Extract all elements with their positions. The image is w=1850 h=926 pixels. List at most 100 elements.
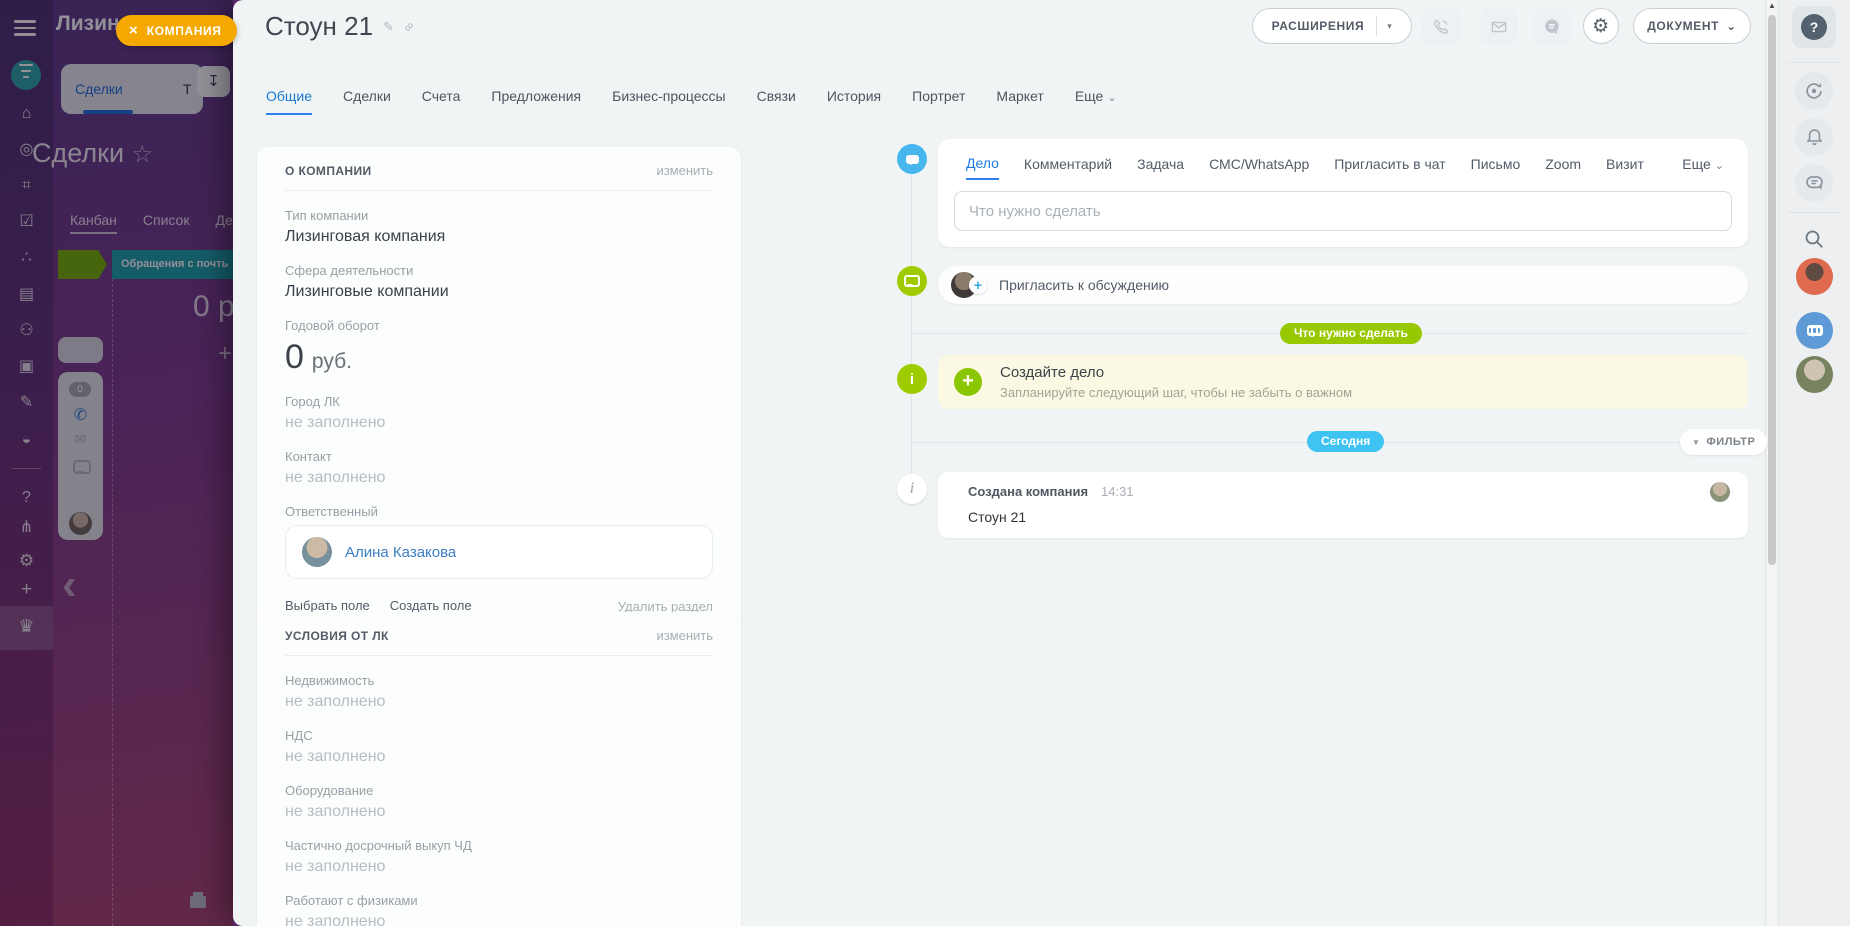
copy-link-icon[interactable]: ∞ [400,18,417,35]
email-button[interactable] [1480,8,1518,46]
responsible-box: Алина Казакова [285,525,713,579]
entry-title: Создана компания [968,484,1089,499]
question-icon: ? [1801,14,1827,40]
todo-input[interactable] [954,191,1732,231]
timeline-tabs: Дело Комментарий Задача СМС/WhatsApp При… [966,155,1724,180]
field-realty: Недвижимость не заполнено [285,673,386,710]
section-title: УСЛОВИЯ ОТ ЛК [285,628,389,643]
document-button[interactable]: ДОКУМЕНТ ⌄ [1633,8,1751,44]
settings-gear-button[interactable]: ⚙ [1583,8,1619,44]
button-splitter [1376,16,1378,36]
tab-market[interactable]: Маркет [996,88,1043,115]
add-user-icon[interactable]: + [969,276,987,294]
extensions-label: РАСШИРЕНИЯ [1271,19,1365,33]
company-tabs: Общие Сделки Счета Предложения Бизнес-пр… [266,88,1117,115]
tab-quotes[interactable]: Предложения [491,88,581,115]
edit-section-link[interactable]: изменить [656,628,713,643]
group-chat-icon[interactable] [1796,312,1833,349]
divider [285,655,713,656]
call-button[interactable] [1422,8,1460,46]
add-activity-icon[interactable]: + [954,368,982,396]
avatar [1710,482,1730,502]
conditions-card: УСЛОВИЯ ОТ ЛК изменить Недвижимость не з… [257,612,741,926]
edit-title-icon[interactable]: ✎ [383,19,394,35]
field-vat: НДС не заполнено [285,728,386,765]
funnel-icon: ▼ [1692,437,1701,447]
edit-section-link[interactable]: изменить [656,163,713,178]
timeline-entry-card[interactable]: Создана компания 14:31 Стоун 21 [938,472,1748,538]
timeline-composer-card: Дело Комментарий Задача СМС/WhatsApp При… [938,139,1748,247]
search-button[interactable] [1795,220,1833,258]
invite-label: Пригласить к обсуждению [999,277,1170,293]
entry-time: 14:31 [1101,484,1134,499]
slider-scrollbar: ▲ [1765,0,1778,926]
banner-title: Создайте дело [1000,364,1105,381]
tab-general[interactable]: Общие [266,88,313,115]
avatar [302,537,332,567]
tl-tab-visit[interactable]: Визит [1606,156,1644,179]
modal-dim-overlay[interactable] [0,0,233,926]
tab-bizproc[interactable]: Бизнес-процессы [612,88,725,115]
divider [1787,212,1842,213]
field-revenue: Годовой оборот 0 руб. [285,318,380,376]
caret-down-icon[interactable]: ▾ [1387,21,1392,32]
create-activity-banner: + Создайте дело Запланируйте следующий ш… [938,355,1748,409]
company-slider: Стоун 21 ✎ ∞ РАСШИРЕНИЯ ▾ ⚙ ДОКУМЕНТ ⌄ О… [233,0,1778,926]
tab-invoices[interactable]: Счета [422,88,461,115]
today-badge: Сегодня [1307,431,1385,452]
notifications-button[interactable] [1795,118,1833,156]
pulse-refresh-button[interactable] [1795,72,1833,110]
tab-history[interactable]: История [827,88,881,115]
banner-subtitle: Запланируйте следующий шаг, чтобы не заб… [1000,385,1353,400]
help-button[interactable]: ? [1792,6,1836,48]
tl-tab-task[interactable]: Задача [1137,156,1184,179]
todo-badge: Что нужно сделать [1280,323,1422,344]
scrollbar-thumb[interactable] [1768,15,1776,565]
field-industry: Сфера деятельности Лизинговые компании [285,263,449,300]
tl-tab-zoom[interactable]: Zoom [1545,156,1581,179]
entry-body: Стоун 21 [968,509,1027,525]
divider [1787,62,1842,63]
info-icon: i [897,364,927,394]
chevron-down-icon: ⌄ [1714,160,1724,172]
gear-icon: ⚙ [1592,15,1610,37]
background-page: ⌂ ◎ ⌗ ☑ ∴ ▤ ⚇ ▣ ✎ ◒ ? ⋔ ⚙ + ♛ Лизин Сдел… [0,0,233,926]
extensions-button[interactable]: РАСШИРЕНИЯ ▾ [1252,8,1412,44]
field-city: Город ЛК не заполнено [285,394,386,431]
tl-tab-more[interactable]: Еще ⌄ [1682,156,1724,179]
scroll-up-arrow[interactable]: ▲ [1766,1,1778,10]
invite-discussion-row[interactable]: + Пригласить к обсуждению [938,266,1748,304]
tab-links[interactable]: Связи [757,88,796,115]
document-label: ДОКУМЕНТ [1647,19,1720,33]
about-company-card: О КОМПАНИИ изменить Тип компании Лизинго… [257,147,741,634]
timeline-filter-button[interactable]: ▼ ФИЛЬТР [1680,429,1768,455]
section-title: О КОМПАНИИ [285,163,372,178]
close-icon[interactable]: × [129,22,138,39]
messenger-button[interactable] [1533,8,1571,46]
tl-tab-sms[interactable]: СМС/WhatsApp [1209,156,1309,179]
tab-portrait[interactable]: Портрет [912,88,965,115]
slider-entity-label: КОМПАНИЯ [146,23,222,38]
right-panel: ? [1778,0,1850,926]
field-early-buyout: Частично досрочный выкуп ЧД не заполнено [285,838,472,875]
tl-tab-activity[interactable]: Дело [966,155,999,180]
field-individuals: Работают с физиками не заполнено [285,893,418,926]
info-icon: i [897,474,927,504]
app-root: ⌂ ◎ ⌗ ☑ ∴ ▤ ⚇ ▣ ✎ ◒ ? ⋔ ⚙ + ♛ Лизин Сдел… [0,0,1850,926]
chevron-down-icon: ⌄ [1107,92,1117,104]
tl-tab-comment[interactable]: Комментарий [1024,156,1112,179]
tl-tab-mail[interactable]: Письмо [1471,156,1521,179]
tab-deals[interactable]: Сделки [343,88,391,115]
recent-user-avatar[interactable] [1796,356,1833,393]
tl-tab-invite-chat[interactable]: Пригласить в чат [1334,156,1445,179]
field-equipment: Оборудование не заполнено [285,783,386,820]
recent-user-avatar[interactable] [1796,258,1833,295]
field-responsible: Ответственный Алина Казакова [285,504,713,579]
tab-more[interactable]: Еще ⌄ [1075,88,1117,115]
chat-button[interactable] [1795,164,1833,202]
slider-close-button[interactable]: × КОМПАНИЯ [116,15,238,46]
discussion-bubble-icon [897,266,927,296]
responsible-name-link[interactable]: Алина Казакова [345,544,456,561]
comment-bubble-icon [897,144,927,174]
timeline-line [911,160,912,495]
